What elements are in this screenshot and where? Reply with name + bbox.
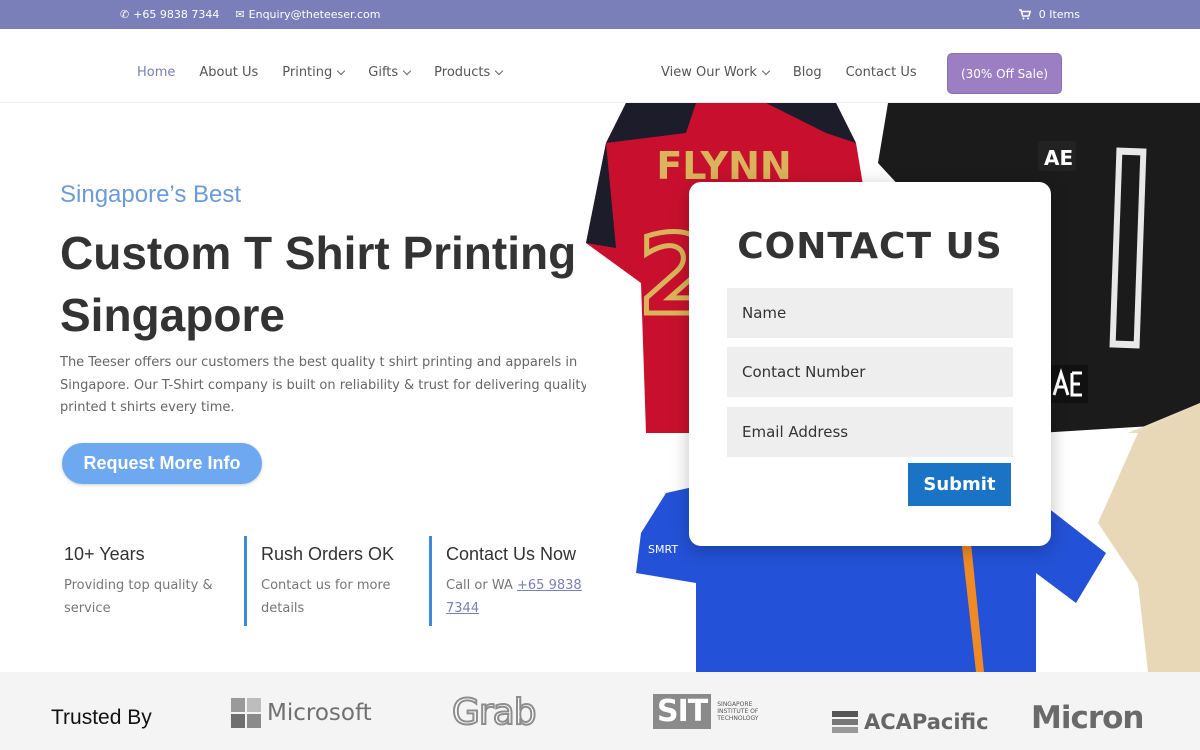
grab-logo-text: Grab — [451, 691, 538, 734]
microsoft-icon — [231, 698, 261, 728]
feature-title: 10+ Years — [64, 544, 145, 564]
nav-contact-label: Contact Us — [845, 65, 917, 80]
micron-logo-text: Micron — [1031, 700, 1145, 736]
black-tee-logo: AE — [1044, 146, 1073, 170]
feature-title: Rush Orders OK — [261, 544, 395, 564]
nav-about-label: About Us — [199, 65, 259, 80]
feature-title: Contact Us Now — [446, 544, 577, 564]
micron-logo: Micron — [1031, 700, 1145, 736]
feature-desc: Contact us for more details — [261, 578, 391, 616]
nav-home-label: Home — [137, 65, 176, 80]
nav-blog[interactable]: Blog — [793, 65, 822, 80]
nav-about[interactable]: About Us — [199, 65, 258, 80]
contact-card: CONTACT US Name Contact Number Email Add… — [689, 182, 1051, 546]
nav-view-work[interactable]: View Our Work — [661, 65, 771, 80]
nav-blog-label: Blog — [792, 65, 822, 80]
nav-printing[interactable]: Printing — [282, 65, 346, 80]
name-field[interactable]: Name — [727, 288, 1013, 338]
phone-field[interactable]: Contact Number — [727, 347, 1013, 397]
sale-button[interactable]: (30% Off Sale) — [947, 53, 1062, 94]
chevron-down-icon — [337, 66, 346, 75]
ae-badge-icon — [1048, 365, 1088, 403]
nav-products[interactable]: Products — [434, 65, 504, 80]
feature-desc: Providing top quality & service — [64, 578, 213, 616]
submit-button[interactable]: Submit — [908, 463, 1011, 506]
microsoft-logo-text: Microsoft — [267, 700, 372, 726]
contact-title: CONTACT US — [737, 226, 1003, 267]
sit-line-3: TECHNOLOGY — [717, 715, 759, 722]
top-email[interactable]: ✉ Enquiry@theteeser.com — [235, 8, 380, 21]
feature-rush: Rush Orders OK Contact us for more detai… — [244, 536, 414, 626]
blue-polo-text: SMRT — [648, 543, 678, 556]
main-nav: Home About Us Printing Gifts Products Vi… — [0, 29, 1200, 103]
hero-subtitle: Singapore’s Best — [60, 181, 242, 208]
nav-menu-right: View Our Work Blog Contact Us — [661, 65, 917, 80]
cart-link[interactable]: 0 Items — [1018, 8, 1080, 21]
hero-description: The Teeser offers our customers the best… — [60, 355, 589, 415]
sit-subtext: SINGAPORE INSTITUTE OF TECHNOLOGY — [717, 701, 758, 722]
microsoft-logo: Microsoft — [231, 698, 372, 728]
top-phone-text: +65 9838 7344 — [133, 8, 220, 21]
chevron-down-icon — [495, 66, 504, 75]
request-info-button[interactable]: Request More Info — [62, 443, 262, 484]
nav-gifts-label: Gifts — [368, 65, 399, 80]
feature-desc-prefix: Call or WA — [446, 578, 517, 593]
sit-logo: SIT SINGAPORE INSTITUTE OF TECHNOLOGY — [653, 694, 758, 729]
nav-menu-left: Home About Us Printing Gifts Products — [137, 65, 504, 80]
feature-years: 10+ Years Providing top quality & servic… — [64, 536, 234, 626]
cart-count: 0 Items — [1038, 8, 1080, 21]
acapacific-icon — [832, 711, 858, 733]
acapacific-logo: ACAPacific — [832, 710, 989, 734]
trusted-label: Trusted By — [51, 706, 152, 729]
sit-logo-text: SIT — [653, 694, 712, 729]
hero-title: Custom T Shirt Printing Singapore — [60, 227, 577, 341]
email-field[interactable]: Email Address — [727, 407, 1013, 457]
nav-view-work-label: View Our Work — [661, 65, 757, 80]
feature-desc: Call or WA +65 9838 7344 — [446, 575, 599, 620]
nav-products-label: Products — [434, 65, 491, 80]
sit-line-2: INSTITUTE OF — [717, 708, 759, 715]
top-contact: ✆ +65 9838 7344 ✉ Enquiry@theteeser.com — [120, 8, 381, 21]
nav-gifts[interactable]: Gifts — [368, 65, 412, 80]
top-email-text: Enquiry@theteeser.com — [248, 8, 381, 21]
trusted-by-section: Trusted By Microsoft Grab SIT SINGAPORE … — [0, 672, 1200, 750]
envelope-icon: ✉ — [235, 8, 245, 21]
phone-icon: ✆ — [120, 8, 130, 21]
cart-icon — [1018, 9, 1031, 20]
top-phone[interactable]: ✆ +65 9838 7344 — [120, 8, 219, 21]
sit-line-1: SINGAPORE — [717, 701, 753, 708]
grab-logo: Grab — [451, 691, 538, 734]
nav-printing-label: Printing — [282, 65, 333, 80]
top-bar: ✆ +65 9838 7344 ✉ Enquiry@theteeser.com … — [0, 0, 1200, 29]
chevron-down-icon — [761, 66, 771, 75]
acapacific-logo-text: ACAPacific — [864, 710, 989, 734]
nav-home[interactable]: Home — [137, 65, 175, 80]
chevron-down-icon — [402, 66, 412, 75]
nav-contact[interactable]: Contact Us — [846, 65, 917, 80]
feature-contact: Contact Us Now Call or WA +65 9838 7344 — [429, 536, 599, 626]
